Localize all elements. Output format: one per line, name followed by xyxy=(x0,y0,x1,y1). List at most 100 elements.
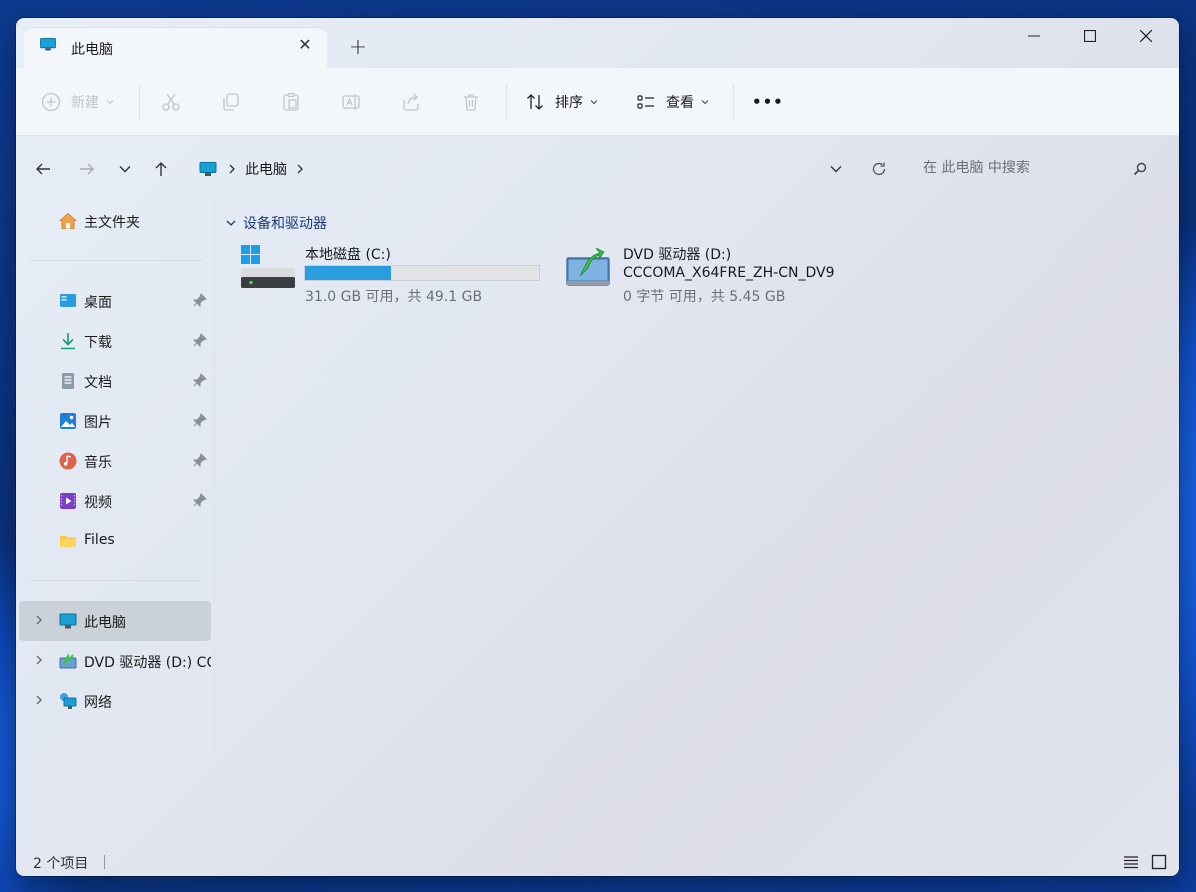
rename-button[interactable] xyxy=(341,88,361,116)
refresh-button[interactable] xyxy=(866,156,892,182)
maximize-icon xyxy=(1084,30,1096,42)
sort-button[interactable]: 排序 xyxy=(525,88,599,116)
chevron-down-icon xyxy=(701,100,709,105)
arrow-left-icon xyxy=(36,163,50,175)
pin-icon[interactable] xyxy=(193,453,207,467)
sidebar-item-this-pc[interactable]: 此电脑 xyxy=(19,601,211,641)
search-icon xyxy=(1133,162,1147,176)
status-bar: 2 个项目 xyxy=(16,848,1179,876)
new-label: 新建 xyxy=(71,95,99,111)
forward-button[interactable] xyxy=(74,156,100,182)
recent-locations-button[interactable] xyxy=(112,156,138,182)
computer-icon xyxy=(40,38,56,51)
sidebar-item-label: 桌面 xyxy=(84,295,112,311)
hard-drive-icon xyxy=(240,245,296,288)
divider xyxy=(29,580,202,581)
scissors-icon xyxy=(162,93,180,111)
copy-button[interactable] xyxy=(221,88,241,116)
pin-icon[interactable] xyxy=(193,373,207,387)
sidebar-item-label: 音乐 xyxy=(84,455,112,471)
new-button[interactable]: 新建 xyxy=(41,88,115,116)
delete-button[interactable] xyxy=(461,88,481,116)
share-icon xyxy=(403,93,419,111)
maximize-button[interactable] xyxy=(1062,18,1118,54)
sidebar-item-label: 图片 xyxy=(84,415,112,431)
download-icon xyxy=(61,333,75,350)
chevron-right-icon[interactable] xyxy=(293,162,307,176)
cut-button[interactable] xyxy=(161,88,181,116)
view-icon xyxy=(637,95,654,109)
computer-icon xyxy=(59,613,77,629)
group-header-devices[interactable]: 设备和驱动器 xyxy=(225,213,327,233)
music-icon xyxy=(59,452,77,470)
tab-this-pc[interactable]: 此电脑 ✕ xyxy=(24,28,327,68)
tiles-view-button[interactable] xyxy=(1149,852,1169,872)
new-tab-button[interactable]: + xyxy=(346,37,370,61)
sidebar-item-videos[interactable]: 视频 xyxy=(19,481,211,521)
pin-icon[interactable] xyxy=(193,413,207,427)
pin-icon[interactable] xyxy=(193,493,207,507)
sidebar-item-label: 文档 xyxy=(84,375,112,391)
chevron-right-icon[interactable] xyxy=(33,694,45,706)
details-view-button[interactable] xyxy=(1121,852,1141,872)
sidebar-item-network[interactable]: 网络 xyxy=(19,681,211,721)
drive-space: 31.0 GB 可用，共 49.1 GB xyxy=(305,289,483,305)
sidebar-item-music[interactable]: 音乐 xyxy=(19,441,211,481)
copy-icon xyxy=(223,93,239,111)
group-label: 设备和驱动器 xyxy=(243,216,327,232)
sidebar-item-label: 下载 xyxy=(84,335,112,351)
view-label: 查看 xyxy=(666,95,694,111)
sidebar-item-documents[interactable]: 文档 xyxy=(19,361,211,401)
breadcrumb-item[interactable]: 此电脑 xyxy=(245,159,287,179)
chevron-right-icon[interactable] xyxy=(33,654,45,666)
sort-label: 排序 xyxy=(555,95,583,111)
tiles-view-icon xyxy=(1151,854,1167,870)
sidebar-item-downloads[interactable]: 下载 xyxy=(19,321,211,361)
desktop-icon xyxy=(60,294,76,307)
up-button[interactable] xyxy=(148,156,174,182)
trash-icon xyxy=(464,94,478,111)
chevron-down-icon xyxy=(226,220,236,226)
minimize-button[interactable] xyxy=(1006,18,1062,54)
breadcrumb[interactable]: 此电脑 xyxy=(199,157,307,181)
document-icon xyxy=(62,373,74,389)
divider xyxy=(104,855,105,869)
sidebar-item-dvd-drive[interactable]: DVD 驱动器 (D:) CCCOMA_X64FRE_ZH-CN_DV9 xyxy=(19,641,211,681)
divider xyxy=(29,260,202,261)
drive-c-usage-bar xyxy=(304,265,540,281)
close-button[interactable] xyxy=(1118,18,1174,54)
more-button[interactable]: ••• xyxy=(752,88,784,116)
folder-icon xyxy=(60,536,76,547)
address-history-button[interactable] xyxy=(823,156,849,182)
usage-bar-fill xyxy=(305,266,392,280)
share-button[interactable] xyxy=(401,88,421,116)
pictures-icon xyxy=(60,413,76,429)
address-bar: 此电脑 在 此电脑 中搜索 xyxy=(16,136,1179,198)
sidebar-item-label: 视频 xyxy=(84,495,112,511)
sidebar-item-home[interactable]: 主文件夹 xyxy=(19,201,211,241)
chevron-down-icon xyxy=(119,166,131,173)
sidebar-item-files[interactable]: Files xyxy=(19,521,211,561)
tab-close-icon[interactable]: ✕ xyxy=(294,34,316,56)
command-bar: 新建 排序 查看 ••• xyxy=(16,68,1179,136)
paste-button[interactable] xyxy=(281,88,301,116)
computer-icon xyxy=(199,161,217,176)
back-button[interactable] xyxy=(30,156,56,182)
separator xyxy=(506,84,507,120)
sidebar-item-pictures[interactable]: 图片 xyxy=(19,401,211,441)
sidebar-item-label: DVD 驱动器 (D:) CCCOMA_X64FRE_ZH-CN_DV9 xyxy=(84,655,211,671)
title-bar: 此电脑 ✕ + xyxy=(16,18,1179,68)
search-button[interactable] xyxy=(1127,156,1153,182)
drive-d[interactable]: DVD 驱动器 (D:) CCCOMA_X64FRE_ZH-CN_DV9 0 字… xyxy=(564,244,884,305)
view-button[interactable]: 查看 xyxy=(636,88,710,116)
refresh-icon xyxy=(872,162,886,176)
search-input[interactable]: 在 此电脑 中搜索 xyxy=(923,157,1030,177)
sidebar-item-desktop[interactable]: 桌面 xyxy=(19,281,211,321)
pin-icon[interactable] xyxy=(193,293,207,307)
pin-icon[interactable] xyxy=(193,333,207,347)
chevron-down-icon xyxy=(590,100,598,105)
sidebar-item-label: 网络 xyxy=(84,695,112,711)
chevron-down-icon xyxy=(830,166,842,173)
chevron-right-icon[interactable] xyxy=(33,614,45,626)
home-icon xyxy=(59,212,77,229)
